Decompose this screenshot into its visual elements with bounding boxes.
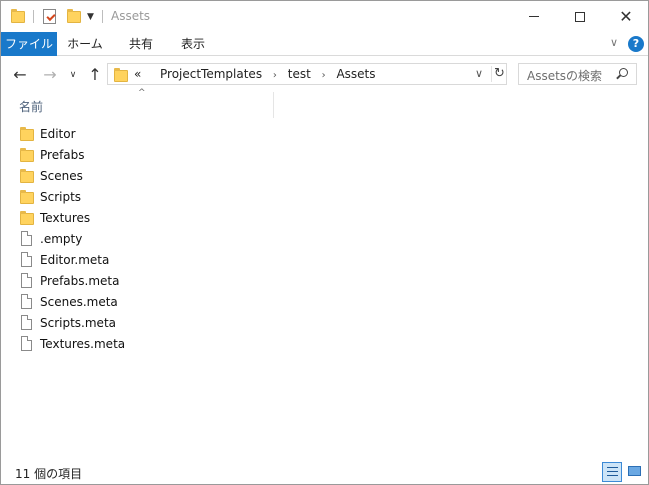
close-icon: ✕ <box>619 7 633 26</box>
quick-access-dropdown-icon[interactable]: ▼ <box>87 12 94 22</box>
address-bar[interactable]: « ProjectTemplates › test › Assets ∨ ↻ <box>107 63 507 85</box>
recent-locations-icon[interactable]: ∨ <box>63 65 83 85</box>
maximize-icon <box>575 11 585 22</box>
file-icon <box>19 230 35 247</box>
list-item[interactable]: Textures.meta <box>19 333 219 354</box>
properties-icon[interactable] <box>43 9 56 24</box>
back-button[interactable]: ← <box>10 65 30 85</box>
chevron-right-icon[interactable]: › <box>273 70 277 81</box>
tab-home[interactable]: ホーム <box>63 32 107 56</box>
file-list: Editor Prefabs Scenes Scripts Textures .empty… <box>19 123 219 354</box>
file-icon <box>19 251 35 268</box>
file-name: .empty <box>40 231 83 246</box>
tab-share[interactable]: 共有 <box>119 32 163 56</box>
folder-icon <box>19 189 35 205</box>
list-item[interactable]: Scenes.meta <box>19 291 219 312</box>
breadcrumb-item[interactable]: Assets <box>336 67 375 81</box>
details-view-button[interactable] <box>602 462 622 482</box>
breadcrumb: « ProjectTemplates › test › Assets <box>134 67 376 81</box>
file-icon <box>19 293 35 310</box>
status-bar: 11 個の項目 <box>1 458 648 484</box>
explorer-window: ▼ Assets ✕ ファイル ホーム 共有 表示 ∨ ? ← → ∨ ↑ « … <box>0 0 649 485</box>
file-name: Scripts.meta <box>40 315 117 330</box>
separator <box>102 10 103 23</box>
list-item[interactable]: Prefabs.meta <box>19 270 219 291</box>
folder-icon <box>19 210 35 226</box>
list-item[interactable]: Scripts <box>19 186 219 207</box>
column-divider[interactable] <box>273 92 274 118</box>
chevron-right-icon[interactable]: › <box>322 70 326 81</box>
file-name: Scenes.meta <box>40 294 118 309</box>
search-input[interactable]: Assetsの検索 <box>527 67 602 84</box>
list-item[interactable]: Prefabs <box>19 144 219 165</box>
file-name: Prefabs <box>40 147 85 162</box>
refresh-icon[interactable]: ↻ <box>491 66 506 82</box>
folder-icon <box>19 147 35 163</box>
tab-file[interactable]: ファイル <box>1 32 57 56</box>
list-item[interactable]: Editor.meta <box>19 249 219 270</box>
breadcrumb-item[interactable]: test <box>288 67 311 81</box>
file-icon <box>19 314 35 331</box>
file-name: Prefabs.meta <box>40 273 120 288</box>
close-button[interactable]: ✕ <box>603 1 649 32</box>
large-icons-view-button[interactable] <box>625 462 645 482</box>
breadcrumb-item[interactable]: ProjectTemplates <box>160 67 262 81</box>
minimize-button[interactable] <box>511 1 557 32</box>
expand-ribbon-icon[interactable]: ∨ <box>610 36 618 49</box>
column-header-name[interactable]: 名前 <box>19 98 43 115</box>
file-name: Textures <box>40 210 91 225</box>
ribbon-tabs: ファイル ホーム 共有 表示 ∨ ? <box>1 32 648 56</box>
tab-view[interactable]: 表示 <box>173 32 213 56</box>
file-name: Editor.meta <box>40 252 110 267</box>
file-name: Scripts <box>40 189 82 204</box>
file-list-pane: 名前 ^ Editor Prefabs Scenes Scripts Textures.… <box>1 88 648 458</box>
file-name: Textures.meta <box>40 336 126 351</box>
list-item[interactable]: Scenes <box>19 165 219 186</box>
minimize-icon <box>529 16 539 17</box>
file-name: Editor <box>40 126 76 141</box>
file-name: Scenes <box>40 168 83 183</box>
item-count: 11 個の項目 <box>15 467 83 481</box>
search-icon <box>619 68 628 77</box>
separator <box>33 10 34 23</box>
address-dropdown-icon[interactable]: ∨ <box>475 67 483 80</box>
list-item[interactable]: .empty <box>19 228 219 249</box>
maximize-button[interactable] <box>557 1 603 32</box>
file-icon <box>19 272 35 289</box>
help-icon[interactable]: ? <box>628 36 644 52</box>
file-icon <box>19 335 35 352</box>
up-button[interactable]: ↑ <box>85 65 105 85</box>
title-bar: ▼ Assets ✕ <box>1 1 648 32</box>
list-item[interactable]: Textures <box>19 207 219 228</box>
forward-button[interactable]: → <box>40 65 60 85</box>
window-title: Assets <box>111 9 151 23</box>
folder-icon <box>19 126 35 142</box>
search-box[interactable]: Assetsの検索 <box>518 63 637 85</box>
folder-icon <box>19 168 35 184</box>
list-item[interactable]: Scripts.meta <box>19 312 219 333</box>
navigation-bar: ← → ∨ ↑ « ProjectTemplates › test › Asse… <box>1 57 648 92</box>
sort-ascending-icon: ^ <box>138 88 146 98</box>
list-item[interactable]: Editor <box>19 123 219 144</box>
breadcrumb-overflow[interactable]: « <box>134 67 141 81</box>
